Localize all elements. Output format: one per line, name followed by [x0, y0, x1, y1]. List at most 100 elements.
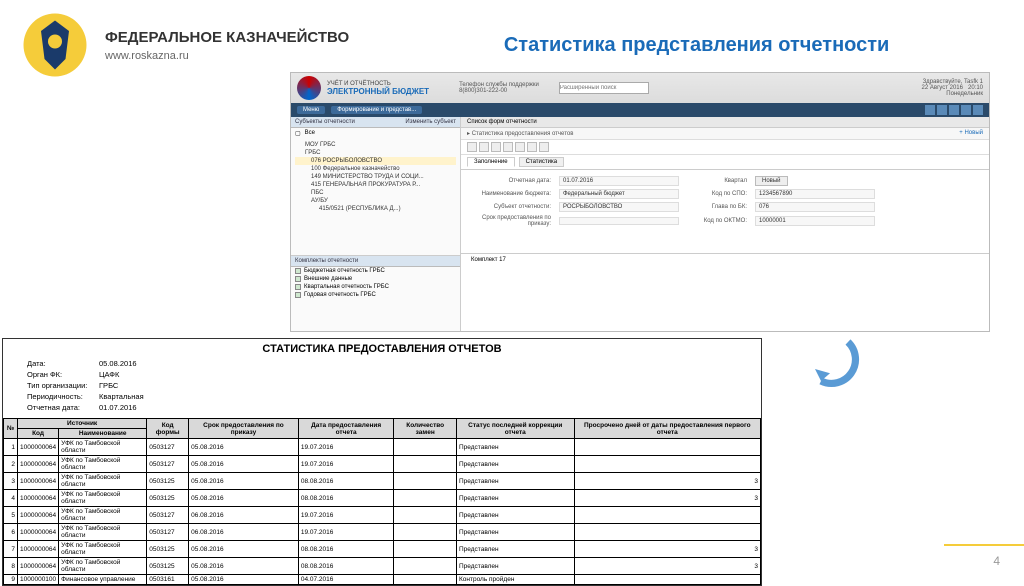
- table-cell: Представлен: [457, 439, 575, 456]
- table-cell: Представлен: [457, 541, 575, 558]
- checklist-item[interactable]: Квартальная отчетность ГРБС: [291, 283, 460, 291]
- val-budget[interactable]: Федеральный бюджет: [559, 189, 679, 199]
- action-icon[interactable]: [491, 142, 501, 152]
- meta-val: 01.07.2016: [99, 403, 737, 412]
- tab-statistics[interactable]: Статистика: [519, 157, 565, 167]
- search-box[interactable]: [559, 82, 649, 94]
- search-input[interactable]: [559, 82, 649, 94]
- val-pbs: 076: [755, 202, 875, 212]
- table-cell: 19.07.2016: [298, 507, 394, 524]
- filter-chip[interactable]: ▢: [295, 130, 301, 137]
- table-cell: [394, 558, 457, 575]
- th-pdate: Дата предоставления отчета: [298, 419, 394, 439]
- check-label: Бюджетная отчетность ГРБС: [304, 268, 385, 274]
- sidebar-section-2: Комплекты отчетности Бюджетная отчетност…: [291, 255, 460, 299]
- table-row: 41000000064УФК по Тамбовской области0503…: [4, 490, 761, 507]
- action-icon[interactable]: [467, 142, 477, 152]
- table-cell: 0503161: [147, 575, 189, 585]
- val-date[interactable]: 01.07.2016: [559, 176, 679, 186]
- table-cell: 05.08.2016: [189, 575, 299, 585]
- tab-filling[interactable]: Заполнение: [467, 157, 515, 167]
- mini-toolbar: [461, 140, 989, 155]
- table-row: 91000000100Финансовое управление05031610…: [4, 575, 761, 585]
- table-cell: 0503125: [147, 490, 189, 507]
- checkbox-icon[interactable]: [295, 268, 301, 274]
- menu-button[interactable]: Меню: [297, 106, 325, 114]
- tree-node-selected[interactable]: 076 РОСРЫБОЛОВСТВО: [295, 157, 456, 165]
- new-button[interactable]: + Новый: [959, 130, 983, 137]
- table-cell: 0503127: [147, 439, 189, 456]
- app-topbar: УЧЁТ И ОТЧЁТНОСТЬ ЭЛЕКТРОННЫЙ БЮДЖЕТ Тел…: [291, 73, 989, 103]
- forming-button[interactable]: Формирование и представ...: [331, 106, 422, 114]
- action-icon[interactable]: [503, 142, 513, 152]
- side-title-1: Субъекты отчетности: [295, 119, 355, 125]
- table-cell: 0503127: [147, 524, 189, 541]
- sidebar: Субъекты отчетности Изменить субъект ▢ В…: [291, 117, 461, 331]
- side2-title: Комплекты отчетности: [291, 256, 460, 267]
- tool-icon[interactable]: [961, 105, 971, 115]
- action-icon[interactable]: [515, 142, 525, 152]
- meta-lbl: Тип организации:: [27, 381, 99, 390]
- val-subj[interactable]: РОСРЫБОЛОВСТВО: [559, 202, 679, 212]
- check-label: Внешние данные: [304, 276, 352, 282]
- tree-node[interactable]: 415 ГЕНЕРАЛЬНАЯ ПРОКУРАТУРА Р...: [295, 181, 456, 189]
- action-icon[interactable]: [539, 142, 549, 152]
- tool-icon[interactable]: [925, 105, 935, 115]
- accent-line: [944, 544, 1024, 546]
- org-title: ФЕДЕРАЛЬНОЕ КАЗНАЧЕЙСТВО: [105, 29, 349, 46]
- th-form: Код формы: [147, 419, 189, 439]
- tree-node[interactable]: ГРБС: [295, 149, 456, 157]
- table-cell: 0503125: [147, 541, 189, 558]
- table-row: 11000000064УФК по Тамбовской области0503…: [4, 439, 761, 456]
- tree-node[interactable]: АУ/БУ: [295, 197, 456, 205]
- tree-node[interactable]: 149 МИНИСТЕРСТВО ТРУДА И СОЦИ...: [295, 173, 456, 181]
- page-title: Статистика представления отчетности: [389, 34, 1004, 57]
- table-cell: 08.08.2016: [298, 558, 394, 575]
- tree-node[interactable]: ПБС: [295, 189, 456, 197]
- tool-icon[interactable]: [949, 105, 959, 115]
- checkbox-icon[interactable]: [295, 292, 301, 298]
- filter-all[interactable]: Все: [305, 130, 315, 137]
- table-cell: УФК по Тамбовской области: [59, 456, 147, 473]
- meta-lbl: Отчетная дата:: [27, 403, 99, 412]
- main-panel: Список форм отчетности ▸ Статистика пред…: [461, 117, 989, 331]
- table-cell: [574, 439, 760, 456]
- checklist-item[interactable]: Внешние данные: [291, 275, 460, 283]
- table-cell: [574, 507, 760, 524]
- bottom-bar: Комплект 17: [461, 253, 989, 266]
- table-cell: 08.08.2016: [298, 541, 394, 558]
- val-spo: 1234567890: [755, 189, 875, 199]
- val-oktmo: 10000001: [755, 216, 875, 226]
- table-cell: УФК по Тамбовской области: [59, 507, 147, 524]
- th-src: Источник: [18, 419, 147, 429]
- table-row: 21000000064УФК по Тамбовской области0503…: [4, 456, 761, 473]
- th-over: Просрочено дней от даты предоставления п…: [574, 419, 760, 439]
- table-cell: [394, 507, 457, 524]
- tree-node[interactable]: 100 Федеральное казначейство: [295, 165, 456, 173]
- checkbox-icon[interactable]: [295, 276, 301, 282]
- main-title: Список форм отчетности: [461, 117, 989, 128]
- table-cell: 05.08.2016: [189, 439, 299, 456]
- table-cell: УФК по Тамбовской области: [59, 439, 147, 456]
- tree-node[interactable]: МОУ ГРБС: [295, 141, 456, 149]
- lbl-spo: Код по СПО:: [687, 191, 747, 197]
- table-cell: 1000000064: [18, 558, 59, 575]
- table-cell: 1000000064: [18, 490, 59, 507]
- checklist-item[interactable]: Бюджетная отчетность ГРБС: [291, 267, 460, 275]
- org-tree[interactable]: МОУ ГРБС ГРБС 076 РОСРЫБОЛОВСТВО 100 Фед…: [291, 139, 460, 215]
- side-title-2[interactable]: Изменить субъект: [405, 119, 456, 125]
- brand-title: ЭЛЕКТРОННЫЙ БЮДЖЕТ: [327, 87, 429, 96]
- tool-icon[interactable]: [973, 105, 983, 115]
- tool-icon[interactable]: [937, 105, 947, 115]
- tree-node[interactable]: 415/0521 (РЕСПУБЛИКА Д...): [295, 205, 456, 213]
- table-cell: 2: [4, 456, 18, 473]
- new-btn[interactable]: Новый: [755, 176, 788, 186]
- checkbox-icon[interactable]: [295, 284, 301, 290]
- org-url: www.roskazna.ru: [105, 50, 349, 62]
- val-srok[interactable]: [559, 217, 679, 225]
- meta-val: ГРБС: [99, 381, 737, 390]
- action-icon[interactable]: [527, 142, 537, 152]
- action-icon[interactable]: [479, 142, 489, 152]
- checklist-item[interactable]: Годовая отчетность ГРБС: [291, 291, 460, 299]
- table-cell: 1: [4, 439, 18, 456]
